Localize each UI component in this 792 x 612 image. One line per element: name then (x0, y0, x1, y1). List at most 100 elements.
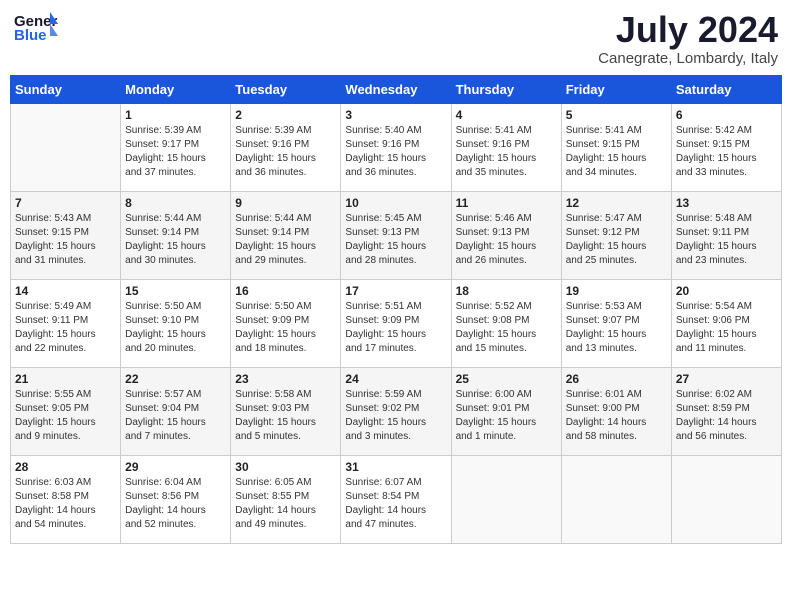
cell-content: Sunrise: 5:53 AM Sunset: 9:07 PM Dayligh… (566, 300, 667, 356)
cell-content: Sunrise: 5:44 AM Sunset: 9:14 PM Dayligh… (125, 212, 226, 268)
logo: General Blue (14, 10, 58, 46)
calendar-cell: 20Sunrise: 5:54 AM Sunset: 9:06 PM Dayli… (671, 279, 781, 367)
calendar-cell: 21Sunrise: 5:55 AM Sunset: 9:05 PM Dayli… (11, 367, 121, 455)
calendar-cell (11, 103, 121, 191)
day-number: 10 (345, 196, 446, 210)
page-header: General Blue July 2024 Canegrate, Lombar… (10, 10, 782, 67)
calendar-cell: 23Sunrise: 5:58 AM Sunset: 9:03 PM Dayli… (231, 367, 341, 455)
week-row-2: 7Sunrise: 5:43 AM Sunset: 9:15 PM Daylig… (11, 191, 782, 279)
calendar-cell: 12Sunrise: 5:47 AM Sunset: 9:12 PM Dayli… (561, 191, 671, 279)
weekday-header-friday: Friday (561, 75, 671, 103)
cell-content: Sunrise: 5:50 AM Sunset: 9:10 PM Dayligh… (125, 300, 226, 356)
day-number: 28 (15, 460, 116, 474)
month-year: July 2024 (598, 10, 778, 50)
calendar-cell: 8Sunrise: 5:44 AM Sunset: 9:14 PM Daylig… (121, 191, 231, 279)
day-number: 31 (345, 460, 446, 474)
cell-content: Sunrise: 6:05 AM Sunset: 8:55 PM Dayligh… (235, 476, 336, 532)
week-row-4: 21Sunrise: 5:55 AM Sunset: 9:05 PM Dayli… (11, 367, 782, 455)
logo-icon: General Blue (14, 10, 58, 46)
calendar-header: SundayMondayTuesdayWednesdayThursdayFrid… (11, 75, 782, 103)
cell-content: Sunrise: 6:04 AM Sunset: 8:56 PM Dayligh… (125, 476, 226, 532)
day-number: 29 (125, 460, 226, 474)
day-number: 16 (235, 284, 336, 298)
cell-content: Sunrise: 6:02 AM Sunset: 8:59 PM Dayligh… (676, 388, 777, 444)
calendar-cell (451, 455, 561, 543)
cell-content: Sunrise: 5:48 AM Sunset: 9:11 PM Dayligh… (676, 212, 777, 268)
calendar-cell: 5Sunrise: 5:41 AM Sunset: 9:15 PM Daylig… (561, 103, 671, 191)
cell-content: Sunrise: 5:41 AM Sunset: 9:15 PM Dayligh… (566, 124, 667, 180)
day-number: 15 (125, 284, 226, 298)
cell-content: Sunrise: 5:52 AM Sunset: 9:08 PM Dayligh… (456, 300, 557, 356)
day-number: 19 (566, 284, 667, 298)
cell-content: Sunrise: 5:45 AM Sunset: 9:13 PM Dayligh… (345, 212, 446, 268)
calendar-cell: 10 Sunrise: 5:45 AM Sunset: 9:13 PM Dayli… (341, 191, 451, 279)
day-number: 9 (235, 196, 336, 210)
cell-content: Sunrise: 5:51 AM Sunset: 9:09 PM Dayligh… (345, 300, 446, 356)
day-number: 2 (235, 108, 336, 122)
calendar-cell: 19 Sunrise: 5:53 AM Sunset: 9:07 PM Dayli… (561, 279, 671, 367)
day-number: 12 (566, 196, 667, 210)
day-number: 24 (345, 372, 446, 386)
day-number: 17 (345, 284, 446, 298)
day-number: 26 (566, 372, 667, 386)
week-row-5: 28Sunrise: 6:03 AM Sunset: 8:58 PM Dayli… (11, 455, 782, 543)
calendar-cell: 11Sunrise: 5:46 AM Sunset: 9:13 PM Dayli… (451, 191, 561, 279)
calendar-cell: 18 Sunrise: 5:52 AM Sunset: 9:08 PM Dayli… (451, 279, 561, 367)
calendar-cell: 16 Sunrise: 5:50 AM Sunset: 9:09 PM Dayli… (231, 279, 341, 367)
calendar-cell: 22Sunrise: 5:57 AM Sunset: 9:04 PM Dayli… (121, 367, 231, 455)
calendar-cell: 15 Sunrise: 5:50 AM Sunset: 9:10 PM Dayli… (121, 279, 231, 367)
calendar-cell: 6 Sunrise: 5:42 AM Sunset: 9:15 PM Daylig… (671, 103, 781, 191)
day-number: 25 (456, 372, 557, 386)
calendar-cell: 31 Sunrise: 6:07 AM Sunset: 8:54 PM Dayli… (341, 455, 451, 543)
week-row-3: 14 Sunrise: 5:49 AM Sunset: 9:11 PM Dayli… (11, 279, 782, 367)
day-number: 1 (125, 108, 226, 122)
calendar-cell: 14 Sunrise: 5:49 AM Sunset: 9:11 PM Dayli… (11, 279, 121, 367)
calendar-cell: 3 Sunrise: 5:40 AM Sunset: 9:16 PM Daylig… (341, 103, 451, 191)
day-number: 13 (676, 196, 777, 210)
weekday-header-wednesday: Wednesday (341, 75, 451, 103)
calendar-cell: 24 Sunrise: 5:59 AM Sunset: 9:02 PM Dayli… (341, 367, 451, 455)
weekday-header-monday: Monday (121, 75, 231, 103)
cell-content: Sunrise: 6:01 AM Sunset: 9:00 PM Dayligh… (566, 388, 667, 444)
cell-content: Sunrise: 5:59 AM Sunset: 9:02 PM Dayligh… (345, 388, 446, 444)
day-number: 18 (456, 284, 557, 298)
calendar-cell (671, 455, 781, 543)
cell-content: Sunrise: 5:57 AM Sunset: 9:04 PM Dayligh… (125, 388, 226, 444)
cell-content: Sunrise: 5:41 AM Sunset: 9:16 PM Dayligh… (456, 124, 557, 180)
cell-content: Sunrise: 5:40 AM Sunset: 9:16 PM Dayligh… (345, 124, 446, 180)
day-number: 4 (456, 108, 557, 122)
day-number: 27 (676, 372, 777, 386)
svg-text:Blue: Blue (14, 27, 47, 44)
calendar-cell: 30Sunrise: 6:05 AM Sunset: 8:55 PM Dayli… (231, 455, 341, 543)
weekday-header-saturday: Saturday (671, 75, 781, 103)
calendar-cell: 27 Sunrise: 6:02 AM Sunset: 8:59 PM Dayli… (671, 367, 781, 455)
cell-content: Sunrise: 5:42 AM Sunset: 9:15 PM Dayligh… (676, 124, 777, 180)
week-row-1: 1Sunrise: 5:39 AM Sunset: 9:17 PM Daylig… (11, 103, 782, 191)
day-number: 23 (235, 372, 336, 386)
day-number: 6 (676, 108, 777, 122)
day-number: 3 (345, 108, 446, 122)
cell-content: Sunrise: 6:07 AM Sunset: 8:54 PM Dayligh… (345, 476, 446, 532)
weekday-header-thursday: Thursday (451, 75, 561, 103)
cell-content: Sunrise: 5:44 AM Sunset: 9:14 PM Dayligh… (235, 212, 336, 268)
cell-content: Sunrise: 5:49 AM Sunset: 9:11 PM Dayligh… (15, 300, 116, 356)
cell-content: Sunrise: 5:50 AM Sunset: 9:09 PM Dayligh… (235, 300, 336, 356)
calendar-cell: 7Sunrise: 5:43 AM Sunset: 9:15 PM Daylig… (11, 191, 121, 279)
calendar-cell: 2Sunrise: 5:39 AM Sunset: 9:16 PM Daylig… (231, 103, 341, 191)
calendar-cell: 17 Sunrise: 5:51 AM Sunset: 9:09 PM Dayli… (341, 279, 451, 367)
calendar-cell: 28Sunrise: 6:03 AM Sunset: 8:58 PM Dayli… (11, 455, 121, 543)
cell-content: Sunrise: 5:43 AM Sunset: 9:15 PM Dayligh… (15, 212, 116, 268)
calendar-cell: 1Sunrise: 5:39 AM Sunset: 9:17 PM Daylig… (121, 103, 231, 191)
cell-content: Sunrise: 6:00 AM Sunset: 9:01 PM Dayligh… (456, 388, 557, 444)
location: Canegrate, Lombardy, Italy (598, 50, 778, 67)
weekday-header-sunday: Sunday (11, 75, 121, 103)
calendar-cell: 26 Sunrise: 6:01 AM Sunset: 9:00 PM Dayli… (561, 367, 671, 455)
calendar-cell: 13 Sunrise: 5:48 AM Sunset: 9:11 PM Dayli… (671, 191, 781, 279)
cell-content: Sunrise: 5:46 AM Sunset: 9:13 PM Dayligh… (456, 212, 557, 268)
cell-content: Sunrise: 5:54 AM Sunset: 9:06 PM Dayligh… (676, 300, 777, 356)
title-block: July 2024 Canegrate, Lombardy, Italy (598, 10, 778, 67)
day-number: 21 (15, 372, 116, 386)
calendar-cell: 9 Sunrise: 5:44 AM Sunset: 9:14 PM Daylig… (231, 191, 341, 279)
day-number: 14 (15, 284, 116, 298)
calendar-table: SundayMondayTuesdayWednesdayThursdayFrid… (10, 75, 782, 544)
